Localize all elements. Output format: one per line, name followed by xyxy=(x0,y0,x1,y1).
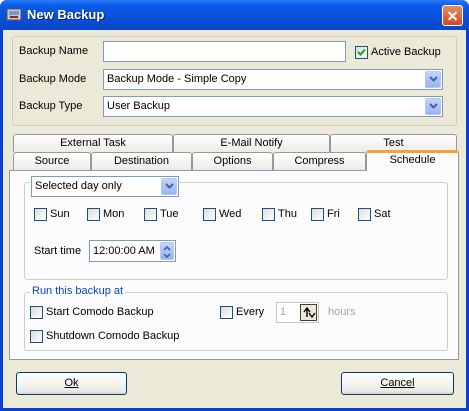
tab-schedule[interactable]: Schedule xyxy=(366,150,459,171)
frequency-select[interactable]: Selected day only xyxy=(31,176,179,197)
every-label: Every xyxy=(236,306,265,318)
tue-checkbox[interactable] xyxy=(144,208,157,221)
every-checkbox[interactable] xyxy=(220,306,233,319)
mon-label: Mon xyxy=(103,208,125,220)
wed-label: Wed xyxy=(219,208,242,220)
hours-label: hours xyxy=(328,306,356,318)
backup-name-input[interactable] xyxy=(103,41,346,62)
thu-checkbox[interactable] xyxy=(262,208,275,221)
run-at-legend: Run this backup at xyxy=(30,285,126,297)
active-backup-label: Active Backup xyxy=(371,46,441,58)
thu-label: Thu xyxy=(278,208,297,220)
fri-checkbox[interactable] xyxy=(311,208,324,221)
active-backup-checkbox[interactable] xyxy=(355,46,368,59)
chevron-down-icon[interactable] xyxy=(425,98,441,115)
shutdown-comodo-label: Shutdown Comodo Backup xyxy=(46,330,180,342)
frequency-value: Selected day only xyxy=(35,180,122,192)
tab-source[interactable]: Source xyxy=(13,152,91,170)
sat-checkbox[interactable] xyxy=(358,208,371,221)
backup-mode-select[interactable]: Backup Mode - Simple Copy xyxy=(103,69,443,90)
start-comodo-checkbox[interactable] xyxy=(30,306,43,319)
tab-compress[interactable]: Compress xyxy=(273,152,366,170)
window-title: New Backup xyxy=(27,7,105,22)
tab-destination[interactable]: Destination xyxy=(91,152,192,170)
ok-button-label: Ok xyxy=(64,377,79,389)
every-hours-spinner[interactable]: 1 xyxy=(276,302,319,323)
tue-label: Tue xyxy=(160,208,179,220)
tab-email-notify[interactable]: E-Mail Notify xyxy=(173,134,330,152)
backup-name-label: Backup Name xyxy=(19,45,89,57)
backup-type-label: Backup Type xyxy=(19,100,83,112)
close-button[interactable] xyxy=(442,5,463,26)
backup-mode-label: Backup Mode xyxy=(19,73,87,85)
dialog-body: Backup Name Active Backup Backup Mode Ba… xyxy=(3,30,466,408)
spin-arrows-icon[interactable] xyxy=(160,242,174,260)
start-time-value: 12:00:00 AM xyxy=(93,245,155,257)
chevron-down-icon[interactable] xyxy=(161,178,177,195)
backup-mode-value: Backup Mode - Simple Copy xyxy=(107,73,247,85)
backup-app-icon xyxy=(6,8,22,21)
title-bar[interactable]: New Backup xyxy=(0,0,469,30)
sun-checkbox[interactable] xyxy=(34,208,47,221)
cancel-button[interactable]: Cancel xyxy=(341,372,454,395)
start-time-label: Start time xyxy=(34,245,82,257)
sun-label: Sun xyxy=(50,208,70,220)
sat-label: Sat xyxy=(374,208,391,220)
spin-arrows-icon[interactable] xyxy=(300,304,317,321)
run-at-group xyxy=(24,292,448,351)
every-value: 1 xyxy=(280,306,287,318)
backup-type-value: User Backup xyxy=(107,100,170,112)
cancel-button-label: Cancel xyxy=(380,377,415,389)
mon-checkbox[interactable] xyxy=(87,208,100,221)
checkmark-icon xyxy=(357,48,366,56)
tab-options[interactable]: Options xyxy=(192,152,273,170)
dialog-window: New Backup Backup Name Active Backup Bac… xyxy=(0,0,469,411)
backup-type-select[interactable]: User Backup xyxy=(103,96,443,117)
start-time-spinner[interactable]: 12:00:00 AM xyxy=(89,240,176,262)
wed-checkbox[interactable] xyxy=(203,208,216,221)
fri-label: Fri xyxy=(327,208,340,220)
chevron-down-icon[interactable] xyxy=(425,71,441,88)
start-comodo-label: Start Comodo Backup xyxy=(46,306,154,318)
tab-external-task[interactable]: External Task xyxy=(13,134,173,152)
ok-button[interactable]: Ok xyxy=(16,372,127,395)
shutdown-comodo-checkbox[interactable] xyxy=(30,330,43,343)
